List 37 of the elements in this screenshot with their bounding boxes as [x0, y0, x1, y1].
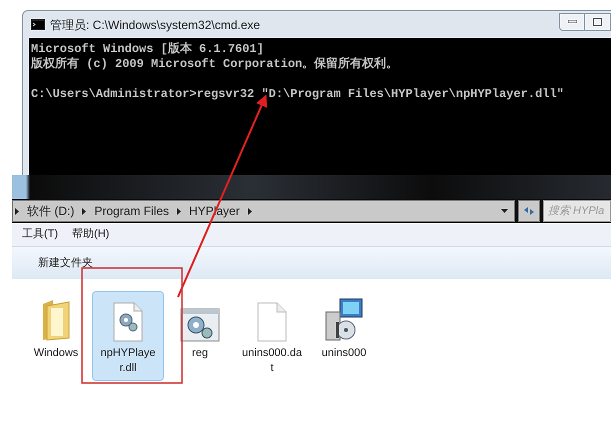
maximize-button[interactable]: [585, 12, 611, 30]
minimize-icon: [568, 20, 576, 23]
dropdown-icon: [501, 209, 508, 213]
console-line: 版权所有 (c) 2009 Microsoft Corporation。保留所有权利。: [31, 57, 400, 72]
chevron-icon: [177, 208, 182, 214]
file-item[interactable]: Windows: [20, 291, 92, 366]
gear-window-icon: [180, 308, 220, 342]
maximize-icon: [593, 18, 602, 26]
file-item[interactable]: unins000: [308, 291, 380, 366]
file-name: Windows: [32, 346, 80, 361]
blank-file-icon: [257, 302, 287, 342]
gear-file-icon: [112, 302, 144, 342]
file-item[interactable]: npHYPlayer.dll: [92, 291, 164, 381]
chevron-icon: [82, 208, 86, 214]
toolbar-button[interactable]: 新建文件夹: [32, 254, 99, 272]
folder-icon: [41, 298, 71, 342]
console-icon: [31, 19, 45, 30]
file-item[interactable]: reg: [164, 291, 236, 366]
chevron-icon: [15, 208, 19, 214]
search-placeholder: 搜索 HYPla: [548, 204, 604, 219]
refresh-button[interactable]: [518, 200, 540, 222]
breadcrumb[interactable]: 软件 (D:): [27, 202, 74, 220]
menu-item[interactable]: 工具(T): [22, 226, 58, 243]
file-name: unins000.dat: [242, 346, 302, 376]
breadcrumb[interactable]: Program Files: [94, 202, 170, 220]
chevron-icon: [248, 208, 252, 214]
window-title: 管理员: C:\Windows\system32\cmd.exe: [50, 16, 260, 34]
file-name: npHYPlayer.dll: [99, 346, 157, 376]
menu-item[interactable]: 帮助(H): [72, 226, 110, 243]
command-line: C:\Users\Administrator>regsvr32 "D:\Program Files\HYPlayer\npHYPlayer.dll": [31, 87, 565, 102]
installer-icon: [324, 298, 364, 342]
file-name: unins000: [320, 346, 368, 361]
refresh-icon: [523, 206, 535, 216]
console-line: Microsoft Windows [版本 6.1.7601]: [31, 42, 265, 56]
file-item[interactable]: unins000.dat: [236, 291, 308, 381]
minimize-button[interactable]: [559, 12, 585, 30]
file-name: reg: [191, 346, 209, 361]
